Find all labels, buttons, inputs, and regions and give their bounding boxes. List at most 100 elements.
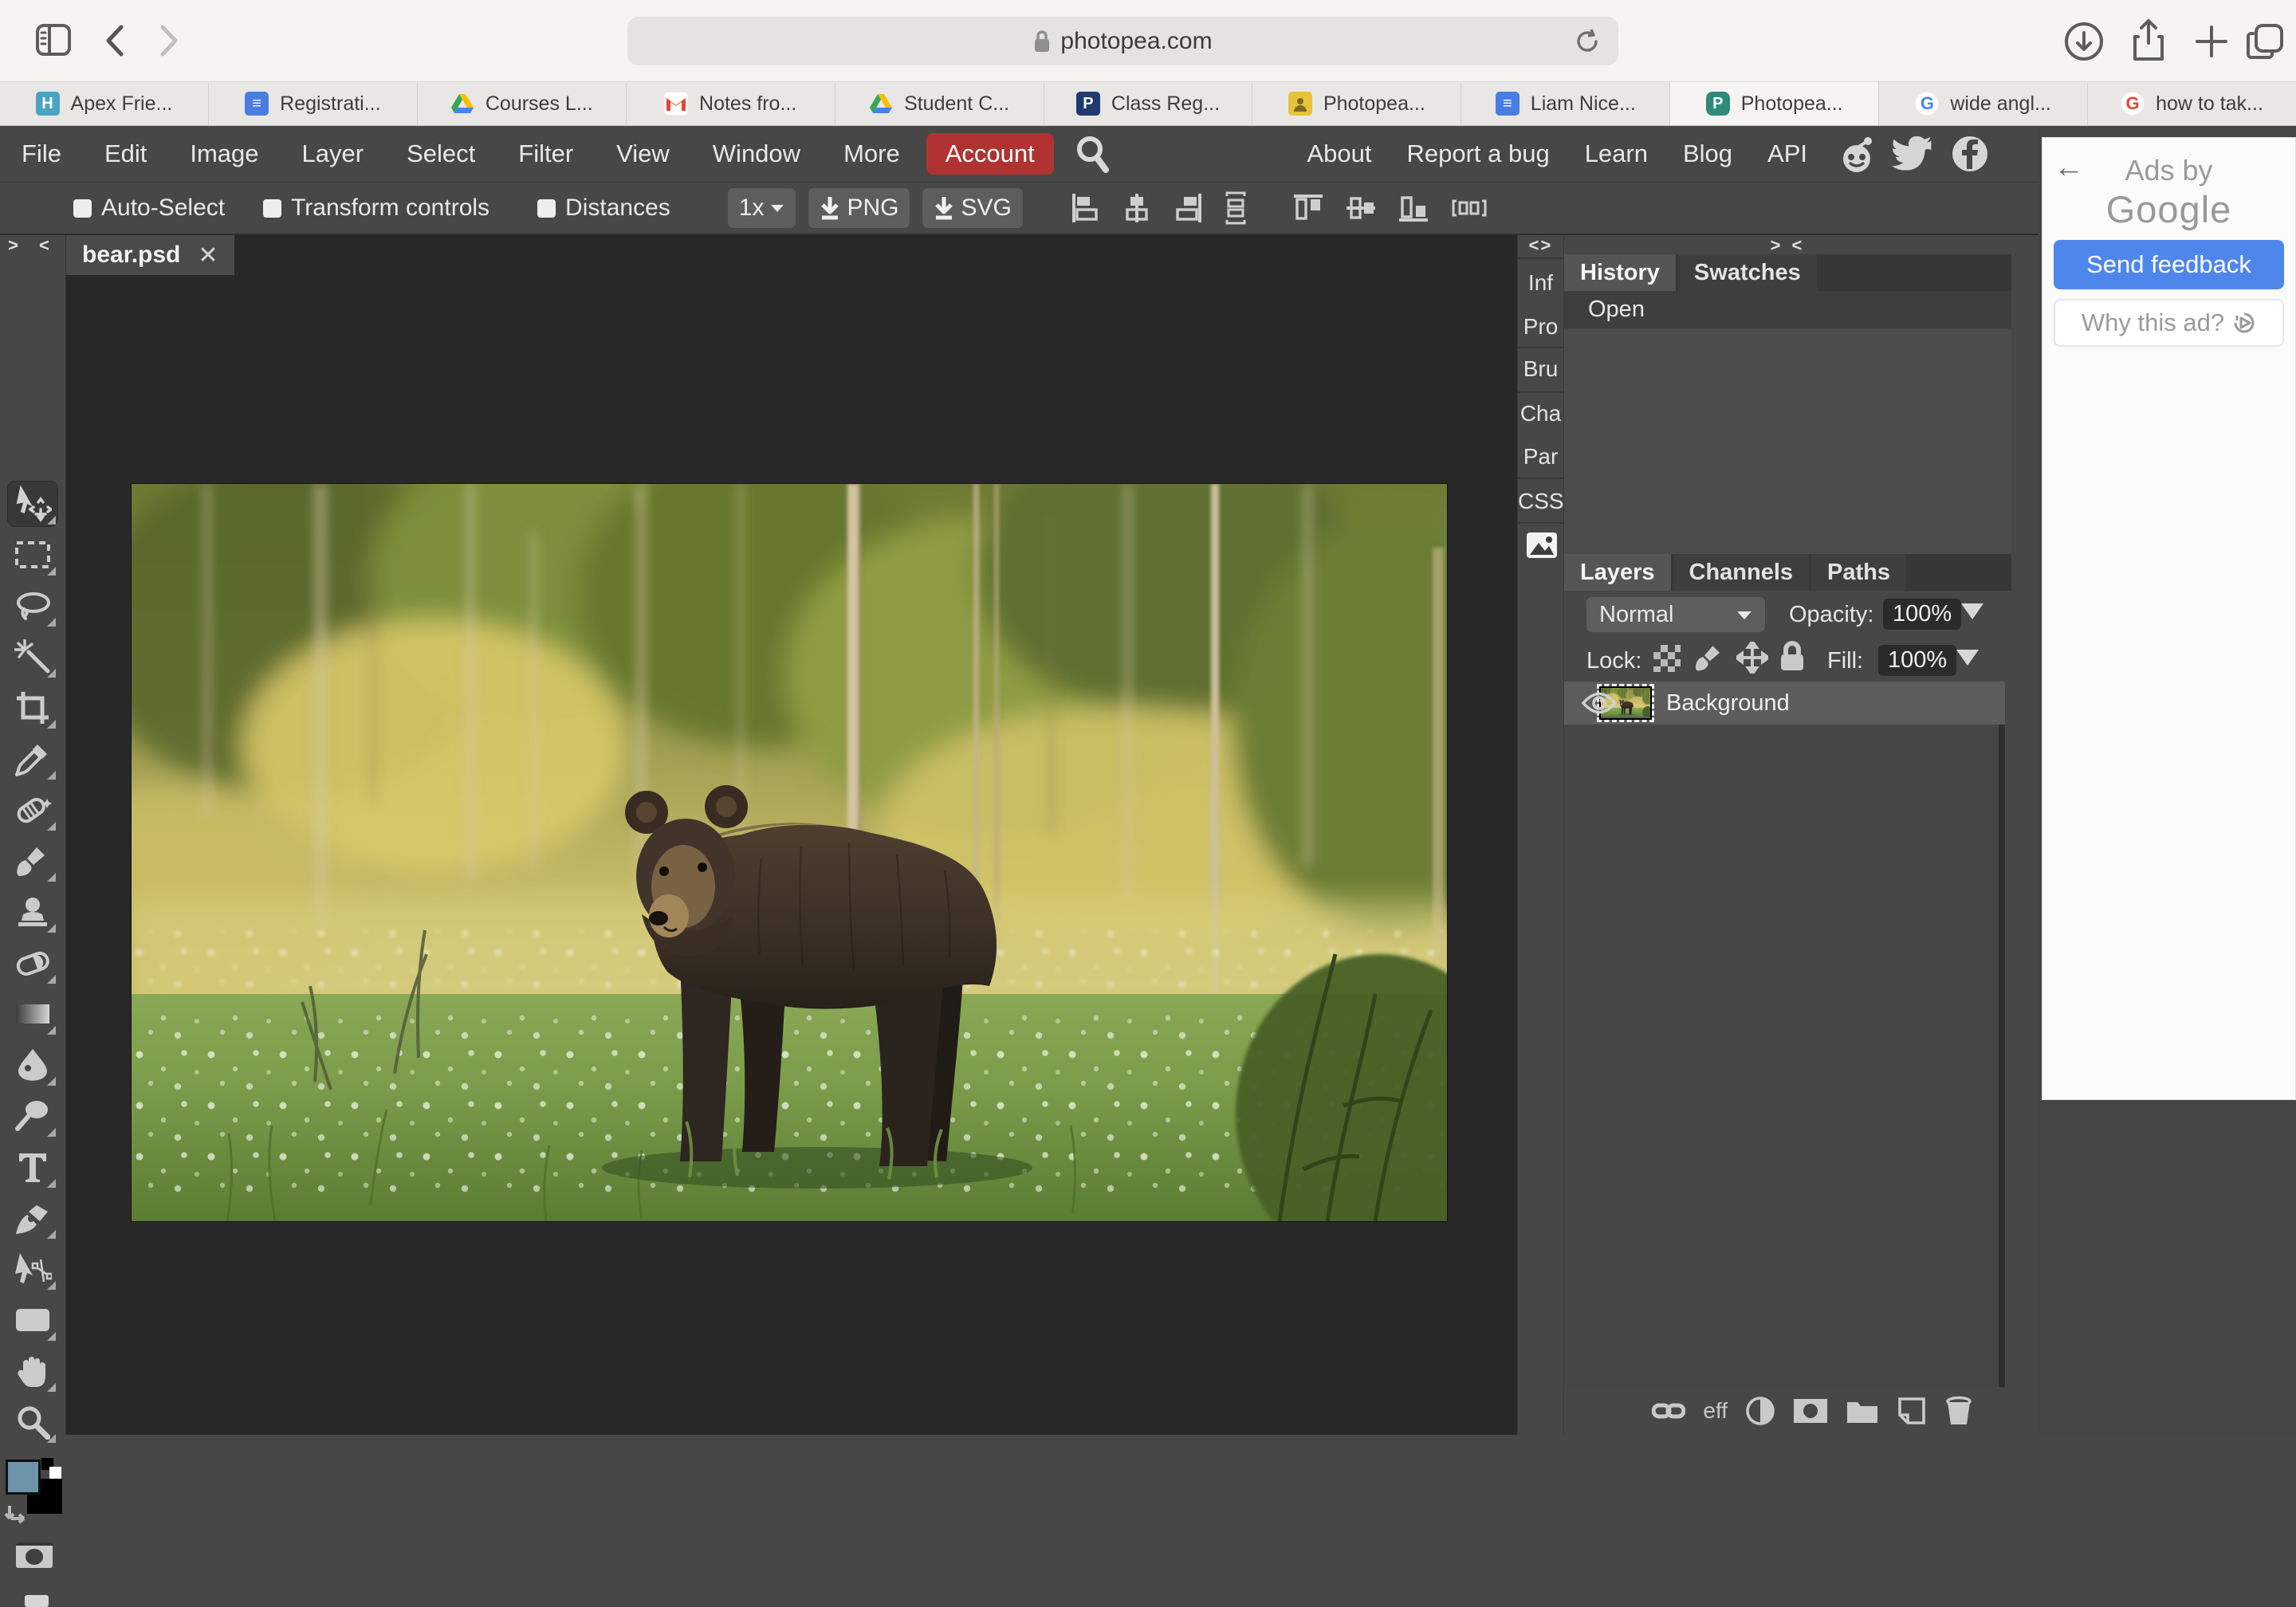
blur-tool[interactable]	[7, 1042, 58, 1088]
properties-panel-shortcut[interactable]: Pro	[1518, 314, 1563, 340]
browser-tab[interactable]: P Class Reg...	[1044, 82, 1253, 125]
why-this-ad-button[interactable]: Why this ad?	[2054, 299, 2284, 347]
account-button[interactable]: Account	[926, 133, 1054, 175]
align-bottom-icon[interactable]	[1398, 193, 1429, 223]
facebook-icon[interactable]	[1949, 133, 1991, 175]
tab-layers[interactable]: Layers	[1564, 554, 1671, 591]
collapse-panels-handle[interactable]: > <	[1564, 237, 2011, 254]
layer-effects-button[interactable]: eff	[1703, 1398, 1728, 1424]
menu-api[interactable]: API	[1750, 139, 1825, 168]
browser-tab-active[interactable]: P Photopea...	[1670, 82, 1879, 125]
menu-window[interactable]: Window	[691, 139, 822, 168]
image-panel-shortcut-icon[interactable]	[1526, 532, 1558, 559]
address-bar[interactable]: photopea.com	[627, 17, 1618, 65]
history-item-open[interactable]: Open	[1564, 291, 2011, 328]
clone-stamp-tool[interactable]	[7, 889, 58, 935]
trash-icon[interactable]	[1944, 1396, 1973, 1426]
browser-tab[interactable]: H Apex Frie...	[0, 82, 209, 125]
menu-learn[interactable]: Learn	[1567, 139, 1665, 168]
distribute-horizontal-icon[interactable]	[1450, 196, 1487, 220]
lock-all-icon[interactable]	[1778, 640, 1807, 674]
lasso-tool[interactable]	[7, 583, 58, 629]
distribute-vertical-icon[interactable]	[1224, 191, 1248, 225]
brush-tool[interactable]	[7, 838, 58, 884]
layer-row-background[interactable]: Background	[1564, 682, 2005, 725]
pixel-ratio-dropdown[interactable]: 1x	[728, 188, 796, 228]
menu-select[interactable]: Select	[385, 139, 497, 168]
transform-controls-checkbox[interactable]: Transform controls	[263, 194, 489, 222]
screen-mode-button[interactable]	[25, 1595, 49, 1607]
crop-tool[interactable]	[7, 685, 58, 731]
browser-tab[interactable]: ≡ Registrati...	[209, 82, 418, 125]
magic-wand-tool[interactable]	[7, 634, 58, 680]
document-tab[interactable]: bear.psd ✕	[66, 235, 234, 275]
align-left-icon[interactable]	[1071, 192, 1101, 224]
menu-layer[interactable]: Layer	[281, 139, 386, 168]
layers-list[interactable]	[1564, 725, 2005, 1387]
export-png-button[interactable]: PNG	[808, 188, 910, 228]
channels-panel-shortcut[interactable]: Cha	[1518, 401, 1563, 426]
browser-tab[interactable]: ≡ Liam Nice...	[1461, 82, 1670, 125]
lock-pixels-icon[interactable]	[1693, 642, 1725, 674]
browser-tab[interactable]: G how to tak...	[2088, 82, 2296, 125]
new-folder-icon[interactable]	[1846, 1397, 1879, 1424]
align-middle-icon[interactable]	[1345, 193, 1377, 223]
menu-file[interactable]: File	[0, 139, 83, 168]
browser-tab[interactable]: Student C...	[835, 82, 1044, 125]
reddit-icon[interactable]	[1836, 133, 1877, 175]
browser-tab[interactable]: G wide angl...	[1879, 82, 2088, 125]
quick-mask-button[interactable]	[16, 1542, 53, 1568]
blend-mode-dropdown[interactable]: Normal	[1586, 597, 1765, 632]
tab-history[interactable]: History	[1564, 254, 1676, 291]
menu-more[interactable]: More	[822, 139, 922, 168]
zoom-tool[interactable]	[7, 1399, 58, 1445]
menu-image[interactable]: Image	[168, 139, 280, 168]
share-icon[interactable]	[2130, 18, 2167, 64]
lock-transparency-icon[interactable]	[1652, 643, 1682, 674]
type-tool[interactable]	[7, 1144, 58, 1190]
css-panel-shortcut[interactable]: CSS	[1518, 489, 1563, 514]
adjustment-layer-icon[interactable]	[1745, 1396, 1775, 1426]
distances-checkbox[interactable]: Distances	[537, 194, 670, 222]
export-svg-button[interactable]: SVG	[922, 188, 1022, 228]
collapse-strip-handle[interactable]: <>	[1518, 237, 1563, 254]
menu-about[interactable]: About	[1289, 139, 1389, 168]
pen-tool[interactable]	[7, 1195, 58, 1241]
tab-overview-icon[interactable]	[2245, 21, 2286, 62]
menu-filter[interactable]: Filter	[497, 139, 595, 168]
send-feedback-button[interactable]: Send feedback	[2054, 240, 2284, 289]
gradient-tool[interactable]	[7, 991, 58, 1037]
browser-tab[interactable]: Courses L...	[418, 82, 627, 125]
back-icon[interactable]	[102, 24, 126, 57]
link-layers-icon[interactable]	[1652, 1401, 1685, 1421]
browser-tab[interactable]: Notes fro...	[627, 82, 835, 125]
hand-tool[interactable]	[7, 1348, 58, 1394]
eye-icon[interactable]	[1582, 691, 1617, 715]
new-layer-icon[interactable]	[1897, 1396, 1927, 1426]
history-list[interactable]	[1564, 328, 2011, 554]
align-top-icon[interactable]	[1292, 193, 1324, 223]
twitter-icon[interactable]	[1892, 135, 1935, 173]
rectangle-shape-tool[interactable]	[7, 1297, 58, 1343]
close-document-icon[interactable]: ✕	[198, 242, 218, 269]
menu-blog[interactable]: Blog	[1665, 139, 1750, 168]
fill-slider-icon[interactable]	[1956, 650, 1979, 666]
dodge-tool[interactable]	[7, 1093, 58, 1139]
eraser-tool[interactable]	[7, 940, 58, 986]
opacity-slider-icon[interactable]	[1961, 603, 1983, 619]
forward-icon[interactable]	[158, 24, 182, 57]
search-icon[interactable]	[1075, 135, 1110, 173]
browser-tab[interactable]: Photopea...	[1252, 82, 1461, 125]
new-tab-icon[interactable]	[2194, 24, 2229, 59]
sidebar-icon[interactable]	[35, 22, 72, 57]
canvas-image[interactable]	[132, 484, 1447, 1221]
tab-channels[interactable]: Channels	[1673, 554, 1810, 591]
info-panel-shortcut[interactable]: Inf	[1518, 270, 1563, 296]
opacity-value[interactable]: 100%	[1883, 599, 1961, 630]
collapse-tools-handle[interactable]: > <	[0, 237, 65, 254]
menu-view[interactable]: View	[595, 139, 691, 168]
marquee-select-tool[interactable]	[7, 532, 58, 578]
tab-swatches[interactable]: Swatches	[1678, 254, 1817, 291]
move-tool[interactable]	[7, 481, 58, 527]
lock-position-icon[interactable]	[1736, 642, 1768, 674]
